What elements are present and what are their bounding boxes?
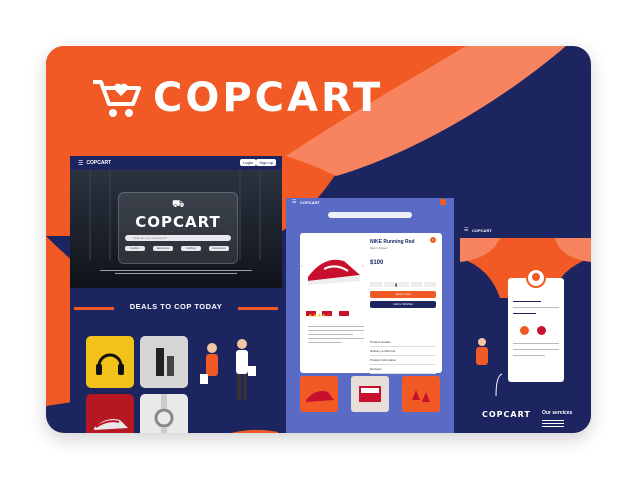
profile-card bbox=[508, 268, 564, 382]
product-price: $100 bbox=[370, 260, 384, 266]
chip-clothing[interactable]: Clothing bbox=[181, 246, 201, 251]
person-illustration bbox=[476, 338, 503, 396]
profile-navbar: ☰ COPCART bbox=[460, 226, 591, 236]
product-title: NIKE Running Red bbox=[370, 239, 415, 245]
hero-description bbox=[100, 270, 252, 276]
thumbnail-strip bbox=[306, 303, 362, 316]
product-navbar: ☰ COPCART bbox=[286, 198, 454, 208]
brand-header: COPCART bbox=[91, 76, 383, 120]
profile-nav-logo: COPCART bbox=[472, 228, 492, 233]
cart-icon[interactable] bbox=[440, 199, 446, 205]
login-button[interactable]: Login bbox=[240, 159, 256, 166]
chip-electronics[interactable]: Electronics bbox=[153, 246, 173, 251]
close-icon[interactable]: × bbox=[430, 237, 436, 243]
avatar[interactable] bbox=[526, 268, 546, 288]
profile-details bbox=[513, 338, 559, 361]
home-navbar: ☰ COPCART Login Sign up bbox=[70, 156, 282, 170]
product-search-bar[interactable] bbox=[328, 212, 412, 218]
chip-fashion[interactable]: Fashion bbox=[125, 246, 145, 251]
related-product-1[interactable] bbox=[300, 376, 338, 412]
accordion-product-information[interactable]: Product Information bbox=[370, 356, 436, 365]
size-options[interactable] bbox=[370, 282, 436, 287]
product-tile-shoe[interactable] bbox=[86, 394, 134, 433]
product-nav-logo: COPCART bbox=[300, 200, 320, 205]
accordion-product-details[interactable]: Product Details bbox=[370, 338, 436, 347]
brand-name: COPCART bbox=[153, 75, 384, 121]
prev-arrow-icon[interactable]: ‹ bbox=[301, 263, 302, 268]
profile-fields bbox=[513, 296, 559, 319]
home-page-mockup: ☰ COPCART Login Sign up ⛟ COPCART What a… bbox=[70, 156, 282, 433]
menu-icon[interactable]: ☰ bbox=[464, 227, 468, 233]
next-arrow-icon[interactable]: › bbox=[362, 263, 363, 268]
review-text bbox=[308, 323, 364, 363]
chip-accessories[interactable]: Accessories bbox=[209, 246, 229, 251]
shoppers-illustration bbox=[200, 339, 278, 433]
accordion-delivery-returns[interactable]: Delivery & Returns bbox=[370, 347, 436, 356]
add-to-cart-button[interactable]: Add to Cart bbox=[370, 291, 436, 298]
product-image-shoe[interactable] bbox=[304, 241, 364, 301]
home-hero: ⛟ COPCART What are you looking for? Fash… bbox=[70, 170, 282, 288]
deals-banner: DEALS TO COP TODAY bbox=[70, 302, 282, 314]
related-product-3[interactable] bbox=[402, 376, 440, 412]
accordion-reviews[interactable]: Reviews bbox=[370, 365, 436, 374]
menu-icon[interactable]: ☰ bbox=[78, 160, 83, 167]
product-tile-cosmetics[interactable] bbox=[140, 336, 188, 388]
product-page-mockup: ☰ COPCART ‹ › ★★★★☆ NIKE Running Red Men… bbox=[286, 198, 454, 433]
product-tile-headphones[interactable] bbox=[86, 336, 134, 388]
home-nav-logo: COPCART bbox=[86, 160, 112, 166]
hero-logo-icon: ⛟ bbox=[172, 199, 185, 210]
rating-stars: ★★★★☆ bbox=[308, 313, 331, 319]
menu-icon[interactable]: ☰ bbox=[292, 199, 296, 205]
footer-brand-name: COPCART bbox=[482, 410, 531, 419]
hero-brand-name: COPCART bbox=[135, 213, 221, 231]
add-to-wishlist-button[interactable]: Add to Wishlist bbox=[370, 301, 436, 308]
profile-page-mockup: ☰ COPCART COPCART Our services bbox=[460, 226, 591, 433]
related-product-2[interactable] bbox=[351, 376, 389, 412]
showcase-card: COPCART ☰ COPCART Login Sign up ⛟ COPCAR… bbox=[46, 46, 591, 433]
footer-services[interactable]: Our services bbox=[542, 410, 572, 416]
product-subtitle: Men's Shoes bbox=[370, 246, 388, 250]
product-tile-watch[interactable] bbox=[140, 394, 188, 433]
deals-title: DEALS TO COP TODAY bbox=[129, 302, 223, 311]
footer-links bbox=[542, 418, 564, 429]
signup-button[interactable]: Sign up bbox=[256, 159, 276, 166]
user-icon bbox=[532, 273, 540, 281]
cart-logo-icon bbox=[93, 80, 141, 117]
search-input[interactable]: What are you looking for? bbox=[125, 235, 231, 241]
hero-glass-panel: ⛟ COPCART What are you looking for? Fash… bbox=[118, 192, 238, 264]
